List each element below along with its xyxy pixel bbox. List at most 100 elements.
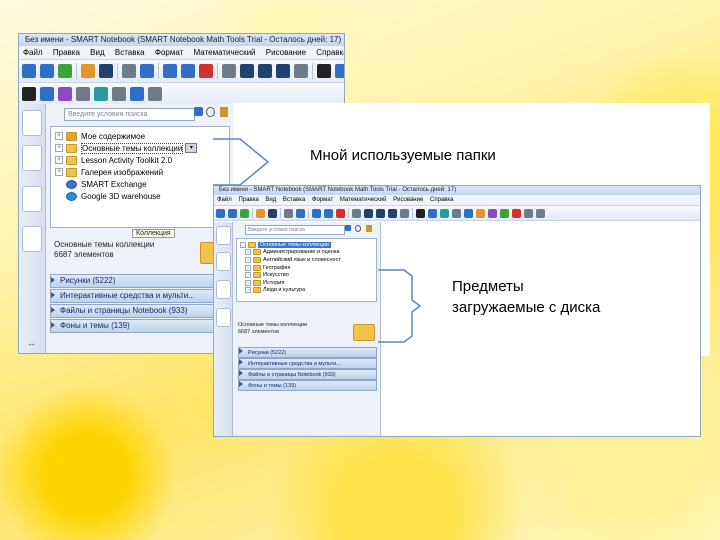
pen-icon[interactable]: [335, 64, 344, 78]
dual-screen-icon[interactable]: [376, 208, 385, 218]
open-folder-icon[interactable]: [81, 64, 95, 78]
paste-icon[interactable]: [122, 64, 136, 78]
sigma-icon[interactable]: [22, 87, 36, 101]
save-icon[interactable]: [99, 64, 113, 78]
search-input[interactable]: Введите условия поиска: [64, 108, 195, 121]
undo-icon[interactable]: [163, 64, 177, 78]
tree-item-people[interactable]: + Люди и культура: [240, 287, 376, 295]
magic-pen-icon[interactable]: [488, 208, 497, 218]
pen-icon[interactable]: [428, 208, 437, 218]
menu-help[interactable]: Справка: [430, 197, 454, 203]
forward-arrow-icon[interactable]: [228, 208, 237, 218]
tree-item-my-content[interactable]: + Мое содержимое: [55, 130, 229, 142]
menu-view[interactable]: Вид: [265, 197, 276, 203]
table-icon[interactable]: [400, 208, 409, 218]
text-icon[interactable]: [512, 208, 521, 218]
shapes-icon[interactable]: [476, 208, 485, 218]
gallery-tab-icon[interactable]: [216, 252, 231, 271]
accordion-interactive[interactable]: Интерактивные средства и мульти...: [50, 289, 230, 303]
menu-insert[interactable]: Вставка: [283, 197, 305, 203]
gallery-tab-icon[interactable]: [22, 145, 42, 171]
full-screen-icon[interactable]: [240, 64, 254, 78]
select-cursor-icon[interactable]: [317, 64, 331, 78]
page-sorter-tab-icon[interactable]: [22, 110, 42, 136]
tree-item-english[interactable]: + Английский язык и словесност: [240, 256, 376, 264]
full-screen-icon[interactable]: [364, 208, 373, 218]
tree-item-history[interactable]: + История: [240, 279, 376, 287]
tree-item-admin[interactable]: + Администрирование и оценка: [240, 249, 376, 257]
screen-shade-icon[interactable]: [222, 64, 236, 78]
redo-icon[interactable]: [181, 64, 195, 78]
accordion-pictures[interactable]: Рисунки (5222): [238, 347, 377, 358]
table-icon[interactable]: [294, 64, 308, 78]
page-sorter-tab-icon[interactable]: [216, 226, 231, 245]
menu-insert[interactable]: Вставка: [115, 48, 145, 57]
menu-draw[interactable]: Рисование: [393, 197, 423, 203]
eraser-icon[interactable]: [452, 208, 461, 218]
save-icon[interactable]: [268, 208, 277, 218]
tree-item-google-3d[interactable]: +Google 3D warehouse: [55, 190, 229, 202]
delete-icon[interactable]: [336, 208, 345, 218]
redo-icon[interactable]: [324, 208, 333, 218]
screen-shade-icon[interactable]: [352, 208, 361, 218]
tree-item-essentials[interactable]: - Основные темы коллекции: [240, 241, 376, 249]
dual-screen-icon[interactable]: [258, 64, 272, 78]
graph-icon[interactable]: [94, 87, 108, 101]
search-input[interactable]: Введите условия поиска: [245, 225, 345, 235]
clear-page-icon[interactable]: [140, 64, 154, 78]
accordion-notebook-files[interactable]: Файлы и страницы Notebook (933): [50, 304, 230, 318]
menu-edit[interactable]: Правка: [238, 197, 258, 203]
properties-tab-icon[interactable]: [22, 226, 42, 252]
clear-page-icon[interactable]: [296, 208, 305, 218]
line-icon[interactable]: [464, 208, 473, 218]
attachments-tab-icon[interactable]: [22, 186, 42, 212]
paste-icon[interactable]: [284, 208, 293, 218]
select-cursor-icon[interactable]: [416, 208, 425, 218]
back-arrow-icon[interactable]: [216, 208, 225, 218]
back-arrow-icon[interactable]: [22, 64, 36, 78]
menu-file[interactable]: Файл: [23, 48, 43, 57]
geometry-icon[interactable]: [148, 87, 162, 101]
accordion-interactive[interactable]: Интерактивные средства и мульти...: [238, 358, 377, 369]
accordion-notebook-files[interactable]: Файлы и страницы Notebook (933): [238, 369, 377, 380]
menu-file[interactable]: Файл: [217, 197, 232, 203]
document-camera-icon[interactable]: [276, 64, 290, 78]
chart-icon[interactable]: [130, 87, 144, 101]
table-tool-icon[interactable]: [112, 87, 126, 101]
math-shapes-icon[interactable]: [40, 87, 54, 101]
brush-icon[interactable]: [220, 107, 228, 117]
tree-item-smart-exchange[interactable]: +SMART Exchange: [55, 178, 229, 190]
menu-draw[interactable]: Рисование: [266, 48, 306, 57]
menu-view[interactable]: Вид: [90, 48, 104, 57]
dropdown-icon[interactable]: [194, 107, 203, 116]
math-pen-icon[interactable]: [76, 87, 90, 101]
properties-tab-icon[interactable]: [216, 308, 231, 327]
properties-icon[interactable]: [524, 208, 533, 218]
undo-icon[interactable]: [312, 208, 321, 218]
search-icon[interactable]: [355, 225, 361, 232]
tree-item-art[interactable]: + Искусство: [240, 271, 376, 279]
menu-math[interactable]: Математический: [194, 48, 256, 57]
open-folder-icon[interactable]: [256, 208, 265, 218]
menu-edit[interactable]: Правка: [53, 48, 80, 57]
attachments-tab-icon[interactable]: [216, 280, 231, 299]
fill-icon[interactable]: [500, 208, 509, 218]
collection-menu-icon[interactable]: ▾: [185, 143, 198, 153]
menu-format[interactable]: Формат: [155, 48, 183, 57]
accordion-backgrounds[interactable]: Фоны и темы (139): [50, 319, 230, 333]
tree-item-essentials[interactable]: + Основные темы коллекции ▾: [55, 142, 229, 154]
document-camera-icon[interactable]: [388, 208, 397, 218]
add-page-icon[interactable]: [240, 208, 249, 218]
resize-arrows-icon[interactable]: ↔: [27, 338, 36, 348]
dropdown-icon[interactable]: [345, 225, 351, 231]
menu-help[interactable]: Справка: [316, 48, 344, 57]
creative-pen-icon[interactable]: [440, 208, 449, 218]
menu-math[interactable]: Математический: [340, 197, 387, 203]
tree-item-image-gallery[interactable]: + Галерея изображений: [55, 166, 229, 178]
menu-format[interactable]: Формат: [312, 197, 333, 203]
accordion-backgrounds[interactable]: Фоны и темы (139): [238, 380, 377, 391]
forward-arrow-icon[interactable]: [40, 64, 54, 78]
tree-item-geography[interactable]: + География: [240, 264, 376, 272]
tree-item-lesson-toolkit[interactable]: + Lesson Activity Toolkit 2.0: [55, 154, 229, 166]
math-eraser-icon[interactable]: [58, 87, 72, 101]
